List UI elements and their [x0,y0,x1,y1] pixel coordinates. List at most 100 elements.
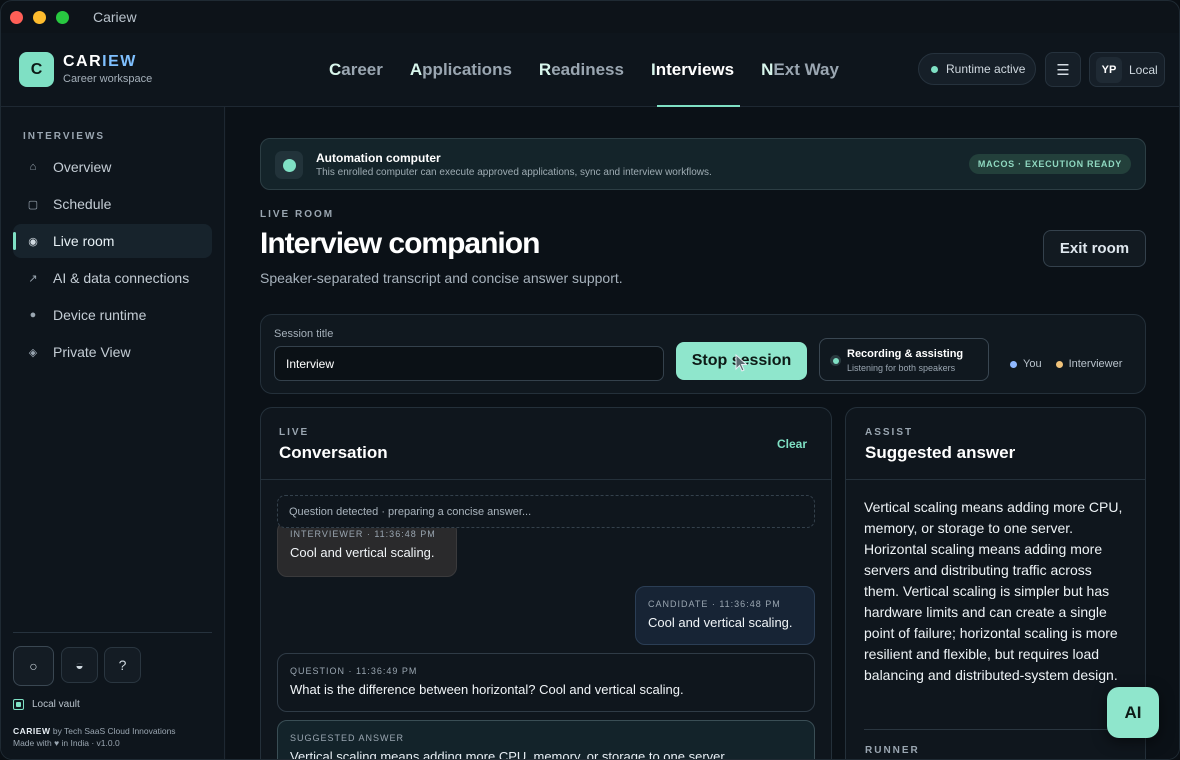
sidebar-item-private-view[interactable]: ◈ Private View [13,335,212,369]
conversation-title: Conversation [279,443,388,462]
conversation-header: LIVE Conversation Clear [261,408,831,480]
assist-panel: ASSIST Suggested answer Vertical scaling… [845,407,1146,759]
recording-status: Recording & assisting Listening for both… [819,338,989,381]
clear-conversation-button[interactable]: Clear [777,437,807,451]
legend-interviewer-label: Interviewer [1068,358,1123,370]
suggested-answer-text: Vertical scaling means adding more CPU, … [864,499,1123,683]
nav-next-way-rest: Ext Way [773,60,839,79]
contrast-icon: ◒ [75,657,84,673]
nav-next-way[interactable]: N Ext Way [761,33,839,107]
menu-button[interactable]: ☰ [1045,52,1081,87]
message-text: Cool and vertical scaling. [290,545,435,560]
app-window: Cariew C CARIEW Career workspace Career … [0,0,1180,760]
arrow-up-right-icon: ↗ [28,272,38,285]
nav-applications[interactable]: Applications [410,33,512,107]
theme-circle-button[interactable]: ○ [13,646,54,686]
banner-title: Automation computer [316,151,441,165]
page-title: Interview companion [260,227,540,260]
banner-subtitle: This enrolled computer can execute appro… [316,167,712,178]
computer-status-icon [275,151,303,179]
credit-made-with: Made with [13,738,52,748]
recording-indicator-icon [830,355,841,366]
title-bar: Cariew [1,1,1179,33]
help-button[interactable]: ? [104,647,141,683]
interviewer-dot-icon [1055,360,1063,368]
nav-next-way-initial: N [761,60,774,79]
home-icon: ⌂ [29,161,37,173]
session-panel: Session title Stop session Recording & a… [260,314,1146,394]
credit-line-1: by Tech SaaS Cloud Innovations [52,726,176,736]
help-icon: ? [118,657,127,673]
minimize-window-button[interactable] [33,10,46,24]
nav-career-initial: C [329,60,342,79]
mouse-cursor-icon [735,354,748,372]
brand-subtitle: Career workspace [63,73,153,85]
checkbox-icon [13,699,24,710]
window-title: Cariew [93,9,137,25]
ai-assistant-button[interactable]: AI [1107,687,1159,738]
automation-banner: Automation computer This enrolled comput… [260,138,1146,190]
message-text: What is the difference between horizonta… [290,682,684,697]
hamburger-icon: ☰ [1056,61,1070,79]
session-title-input[interactable] [274,346,664,381]
assist-header: ASSIST Suggested answer [846,408,1145,480]
question-detected-notice: Question detected · preparing a concise … [277,495,815,528]
heart-icon: ♥ [54,738,60,748]
local-vault-label: Local vault [32,699,80,710]
nav-readiness-initial: R [538,60,552,79]
close-window-button[interactable] [10,10,23,24]
sidebar-heading: INTERVIEWS [23,131,106,142]
contrast-button[interactable]: ◒ [61,647,98,683]
candidate-message: CANDIDATE · 11:36:48 PM Cool and vertica… [635,586,815,645]
user-menu-button[interactable]: YP Local [1089,52,1165,87]
sidebar-item-schedule[interactable]: ▢ Schedule [13,187,212,221]
status-badge: MACOS · EXECUTION READY [968,154,1131,174]
sidebar-item-label: Live room [53,233,115,249]
diamond-icon: ◈ [28,346,38,359]
circle-outline-icon: ○ [29,658,38,674]
sidebar-item-label: Schedule [53,196,112,212]
runtime-status-pill[interactable]: Runtime active [918,53,1036,85]
sidebar-item-label: Overview [53,159,112,175]
main-nav: Career Applications Readiness Interviews… [329,33,866,107]
nav-applications-rest: pplications [422,60,512,79]
assist-eyebrow: ASSIST [865,427,914,438]
message-meta: INTERVIEWER · 11:36:48 PM [290,529,436,539]
user-mode-label: Local [1129,62,1158,77]
legend-you-label: You [1023,358,1042,370]
nav-interviews-rest: nterviews [655,60,735,79]
assist-title: Suggested answer [865,443,1016,462]
zoom-window-button[interactable] [56,10,69,24]
question-message: QUESTION · 11:36:49 PM What is the diffe… [277,653,815,712]
sidebar-item-label: Private View [53,344,131,360]
exit-room-button[interactable]: Exit room [1043,230,1146,267]
sidebar-item-device-runtime[interactable]: ● Device runtime [13,298,212,332]
transcript-list[interactable]: Question detected · preparing a concise … [261,481,831,760]
message-text: Cool and vertical scaling. [648,615,793,630]
app-logo[interactable]: C [19,52,54,87]
sidebar-item-ai-data-connections[interactable]: ↗ AI & data connections [13,261,212,295]
circle-icon: ● [29,309,37,321]
local-vault-toggle[interactable]: Local vault [13,699,80,710]
brand-name: CARIEW [63,53,137,71]
nav-readiness-rest: eadiness [551,60,624,79]
nav-career-rest: areer [341,60,383,79]
brand-name-part-b: IEW [102,53,137,70]
sidebar-item-live-room[interactable]: ◉ Live room [13,224,212,258]
sidebar-list: ⌂ Overview ▢ Schedule ◉ Live room ↗ AI & dat… [13,150,212,372]
nav-career[interactable]: Career [329,33,383,107]
main-content: Automation computer This enrolled comput… [226,107,1179,760]
nav-readiness[interactable]: Readiness [539,33,624,107]
suggested-answer-message: SUGGESTED ANSWER Vertical scaling means … [277,720,815,760]
message-text: Vertical scaling means adding more CPU, … [290,749,728,760]
footer-credit: CARIEW by Tech SaaS Cloud Innovations Ma… [13,725,176,749]
sidebar-item-overview[interactable]: ⌂ Overview [13,150,212,184]
you-dot-icon [1010,360,1017,368]
recording-status-title: Recording & assisting [847,348,964,360]
message-meta: QUESTION · 11:36:49 PM [290,666,418,676]
runtime-status-label: Runtime active [946,62,1026,76]
sidebar-item-label: Device runtime [53,307,147,323]
nav-interviews[interactable]: Interviews [651,33,741,107]
recording-status-subtitle: Listening for both speakers [847,363,956,373]
interviewer-message: INTERVIEWER · 11:36:48 PM Cool and verti… [277,521,457,577]
